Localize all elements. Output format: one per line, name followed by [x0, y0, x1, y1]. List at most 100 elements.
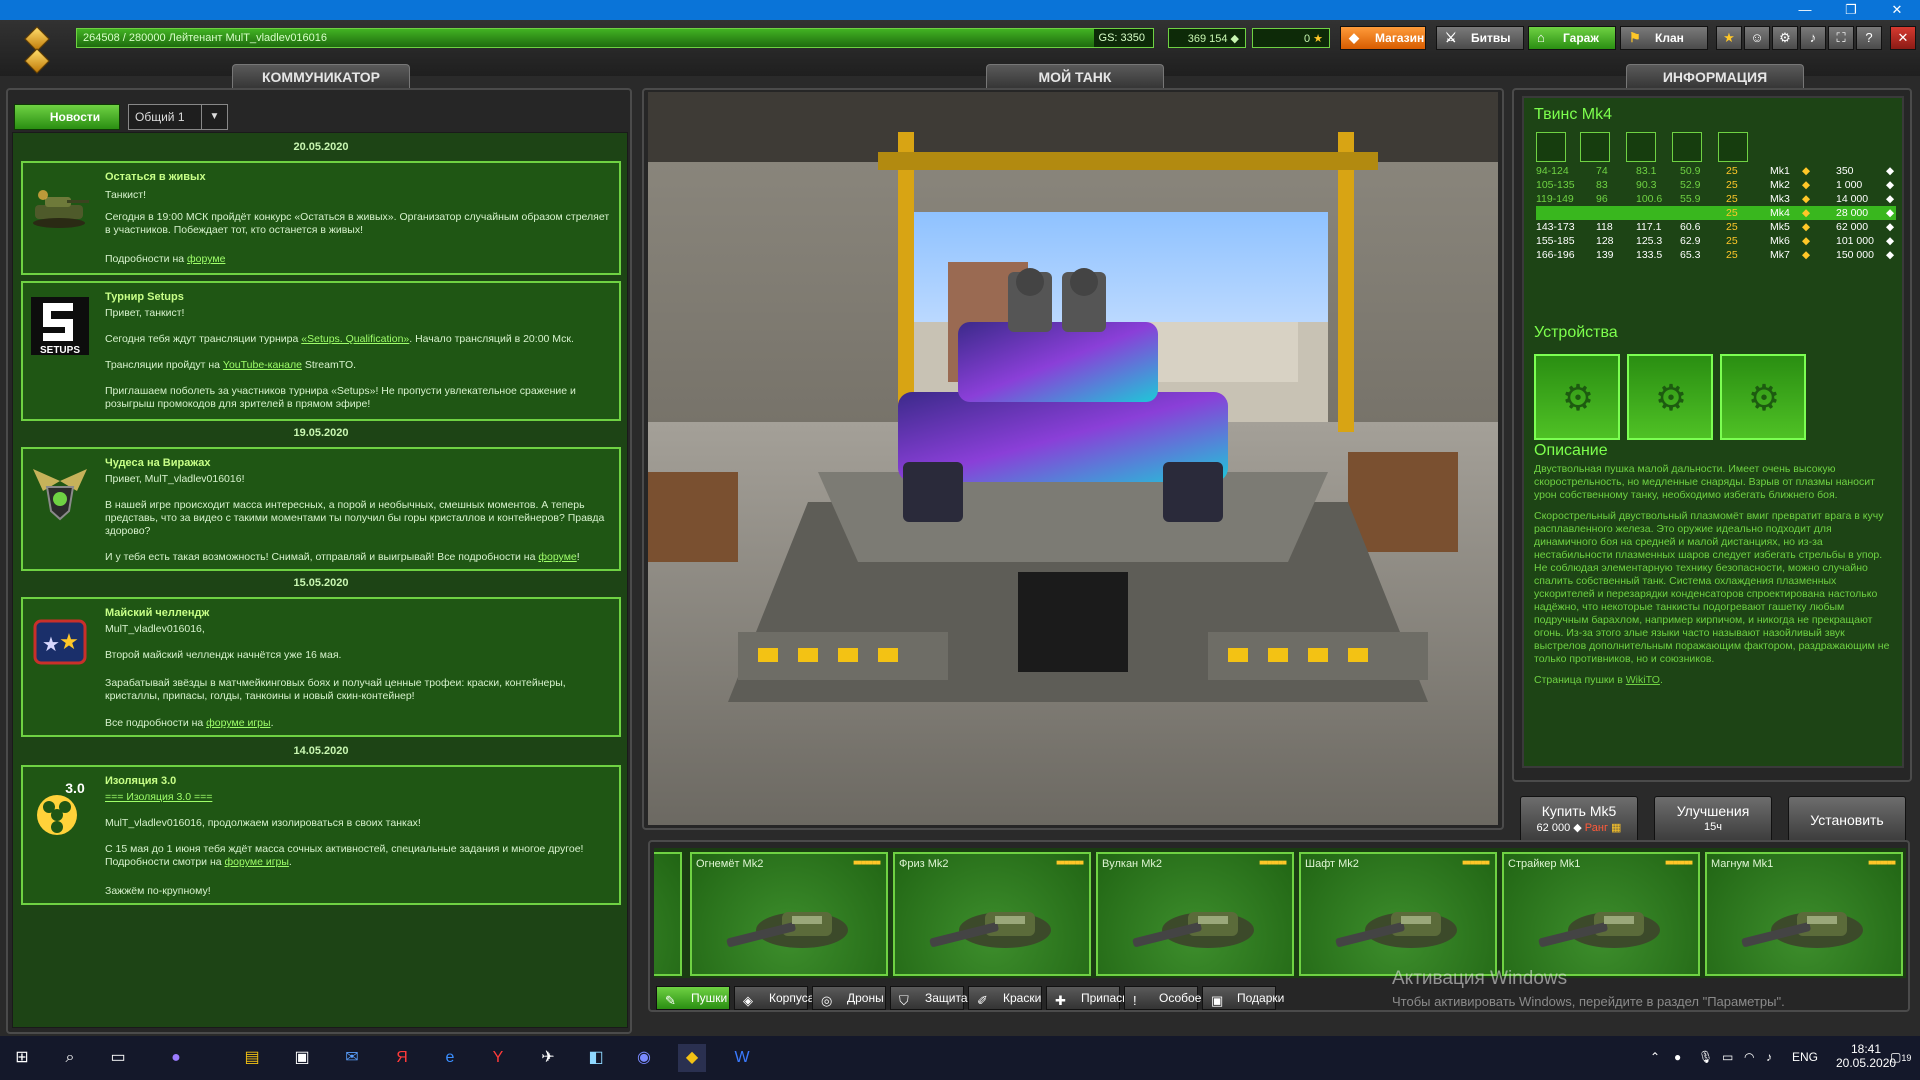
- item-details: Твинс Mk4 94-124 74 83.1 50.9 25 Mk1 350 ◆ ◆ 105-…: [1522, 96, 1904, 768]
- device-slot[interactable]: ⚙: [1534, 354, 1620, 440]
- stats-row[interactable]: 155-185 128 125.3 62.9 25 Mk6 101 000 ◆ ◆: [1536, 234, 1896, 248]
- gear-score: GS: 3350: [1098, 32, 1145, 44]
- news-text: И у тебя есть такая возможность! Снимай,…: [105, 551, 615, 564]
- item-card[interactable]: Фриз Mk2 ■■■■■■■: [893, 852, 1091, 976]
- upgrades-timer: 15ч: [1704, 821, 1722, 833]
- forum-link[interactable]: форуме игры: [206, 717, 270, 729]
- isolation-link[interactable]: === Изоляция 3.0 ===: [105, 791, 212, 803]
- exit-icon[interactable]: ✕: [1890, 26, 1916, 50]
- wiki-suffix: .: [1659, 674, 1663, 686]
- close-button[interactable]: ✕: [1874, 0, 1920, 20]
- device-slot[interactable]: ⚙: [1720, 354, 1806, 440]
- news-list[interactable]: 20.05.2020 Остаться в живых Танкист! Сег…: [12, 132, 628, 1028]
- notes-icon[interactable]: ◧: [582, 1044, 610, 1072]
- forum-link[interactable]: форуме: [538, 551, 576, 563]
- shop-button[interactable]: ◆ Магазин: [1340, 26, 1426, 50]
- item-card[interactable]: Шафт Mk2 ■■■■■■■: [1299, 852, 1497, 976]
- device-slot[interactable]: ⚙: [1627, 354, 1713, 440]
- tray-app-icon[interactable]: ●: [1674, 1050, 1681, 1064]
- tab-my-tank[interactable]: МОЙ ТАНК: [986, 64, 1164, 90]
- stat-value: 60.6: [1680, 221, 1701, 233]
- mail-icon[interactable]: ✉: [338, 1044, 366, 1072]
- store-icon[interactable]: ▣: [288, 1044, 316, 1072]
- yandex-browser-icon[interactable]: Y: [484, 1044, 512, 1072]
- yandex-icon[interactable]: Я: [388, 1044, 416, 1072]
- stats-row[interactable]: 94-124 74 83.1 50.9 25 Mk1 350 ◆ ◆: [1536, 164, 1896, 178]
- wiki-link[interactable]: WikiTO: [1626, 674, 1660, 686]
- tournament-link[interactable]: «Setups. Qualification»: [301, 333, 409, 345]
- word-icon[interactable]: W: [728, 1044, 756, 1072]
- install-button[interactable]: Установить: [1788, 796, 1906, 844]
- category-tab[interactable]: ◎ Дроны: [812, 986, 886, 1010]
- edge-icon[interactable]: e: [436, 1044, 464, 1072]
- stat-value: 94-124: [1536, 165, 1569, 177]
- wifi-icon[interactable]: ◠: [1744, 1050, 1754, 1064]
- search-icon[interactable]: ⌕: [56, 1044, 84, 1072]
- start-icon[interactable]: ⊞: [8, 1044, 36, 1072]
- tanki-online-icon[interactable]: ◆: [678, 1044, 706, 1072]
- stats-row[interactable]: 143-173 118 117.1 60.6 25 Mk5 62 000 ◆ ◆: [1536, 220, 1896, 234]
- stats-row[interactable]: 166-196 139 133.5 65.3 25 Mk7 150 000 ◆ ◆: [1536, 248, 1896, 262]
- crystal-icon: ◆: [1886, 235, 1895, 247]
- news-text-suffix: . Начало трансляций в 20:00 Мск.: [409, 333, 574, 345]
- assistant-icon[interactable]: ●: [162, 1044, 190, 1072]
- tray-chevron-icon[interactable]: ⌃: [1650, 1050, 1660, 1064]
- item-card[interactable]: Огнемёт Mk2 ■■■■■■■: [690, 852, 888, 976]
- volume-icon[interactable]: ♪: [1766, 1050, 1772, 1064]
- forum-link[interactable]: форуме: [187, 253, 225, 265]
- buy-price-line: 62 000 ◆ Ранг ▦: [1521, 821, 1637, 834]
- item-card[interactable]: Страйкер Mk1 ■■■■■■■: [1502, 852, 1700, 976]
- forum-link[interactable]: форуме игры: [225, 856, 289, 868]
- tab-information[interactable]: ИНФОРМАЦИЯ: [1626, 64, 1804, 90]
- battles-button[interactable]: ⚔ Битвы: [1436, 26, 1524, 50]
- upgrade-dots-icon: ■■■■■■■: [1462, 858, 1490, 867]
- buy-button[interactable]: Купить Mk5 62 000 ◆ Ранг ▦: [1520, 796, 1638, 844]
- item-card[interactable]: Магнум Mk1 ■■■■■■■: [1705, 852, 1903, 976]
- discord-icon[interactable]: ◉: [630, 1044, 658, 1072]
- microphone-icon[interactable]: 🎙: [1698, 1050, 1713, 1064]
- fullscreen-icon[interactable]: ⛶: [1828, 26, 1854, 50]
- crystal-icon: ◆: [1886, 221, 1895, 233]
- achievements-icon[interactable]: ★: [1716, 26, 1742, 50]
- task-view-icon[interactable]: ▭: [104, 1044, 132, 1072]
- stats-row[interactable]: 119-149 96 100.6 55.9 25 Mk3 14 000 ◆ ◆: [1536, 192, 1896, 206]
- sound-icon[interactable]: ♪: [1800, 26, 1826, 50]
- language-indicator[interactable]: ENG: [1792, 1050, 1818, 1064]
- clock[interactable]: 18:41 20.05.2020: [1836, 1042, 1896, 1070]
- tank-preview[interactable]: [648, 92, 1498, 825]
- upgrades-button[interactable]: Улучшения 15ч: [1654, 796, 1772, 844]
- restore-button[interactable]: ❐: [1828, 0, 1874, 20]
- news-tab[interactable]: Новости: [14, 104, 120, 130]
- item-card[interactable]: Вулкан Mk2 ■■■■■■■: [1096, 852, 1294, 976]
- clan-button[interactable]: ⚑ Клан: [1620, 26, 1708, 50]
- youtube-link[interactable]: YouTube-канале: [223, 359, 302, 371]
- minimize-button[interactable]: —: [1782, 0, 1828, 20]
- messenger-icon[interactable]: ✈: [534, 1044, 562, 1072]
- battery-icon[interactable]: ▭: [1722, 1050, 1733, 1064]
- friends-icon[interactable]: ☺: [1744, 26, 1770, 50]
- stat-value: 25: [1726, 207, 1738, 219]
- category-tab[interactable]: ✎ Пушки: [656, 986, 730, 1010]
- settings-icon[interactable]: ⚙: [1772, 26, 1798, 50]
- stats-row[interactable]: 105-135 83 90.3 52.9 25 Mk2 1 000 ◆ ◆: [1536, 178, 1896, 192]
- drone-icon: ◎: [821, 993, 833, 1008]
- category-tab[interactable]: ◈ Корпуса: [734, 986, 814, 1010]
- category-tab[interactable]: ! Особое: [1124, 986, 1201, 1010]
- help-icon[interactable]: ?: [1856, 26, 1882, 50]
- category-tab[interactable]: ✚ Припасы: [1046, 986, 1131, 1010]
- category-tab[interactable]: ▣ Подарки: [1202, 986, 1284, 1010]
- garage-button[interactable]: ⌂ Гараж: [1528, 26, 1616, 50]
- item-card-partial[interactable]: [654, 852, 682, 976]
- stat-value: 83.1: [1636, 165, 1657, 177]
- category-tab[interactable]: ⛉ Защита: [890, 986, 968, 1010]
- item-carousel[interactable]: Огнемёт Mk2 ■■■■■■■ Фриз Mk2 ■■■■■■■ Вулкан …: [654, 848, 1906, 978]
- channel-select[interactable]: Общий 1 ▼: [128, 104, 228, 130]
- file-explorer-icon[interactable]: ▤: [238, 1044, 266, 1072]
- news-item: Остаться в живых Танкист! Сегодня в 19:0…: [21, 161, 621, 275]
- stat-value: 100.6: [1636, 193, 1663, 205]
- category-tab[interactable]: ✐ Краски: [968, 986, 1042, 1010]
- notifications-icon[interactable]: ▢19: [1890, 1050, 1911, 1064]
- tab-communicator[interactable]: КОММУНИКАТОР: [232, 64, 410, 90]
- stats-row[interactable]: 25 Mk4 28 000 ◆ ◆: [1536, 206, 1896, 220]
- crystal-icon: ◆: [1230, 33, 1239, 45]
